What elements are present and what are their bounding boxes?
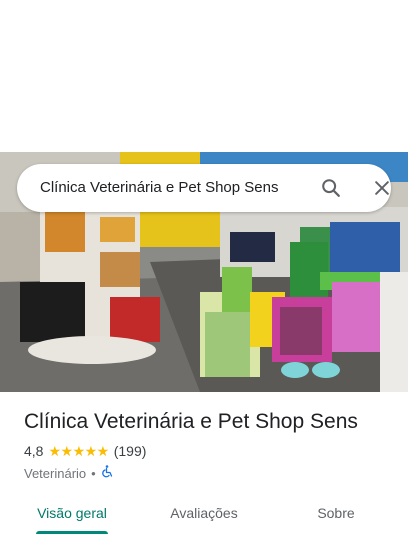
tab-reviews[interactable]: Avaliações [158, 496, 250, 532]
search-icon[interactable] [319, 176, 343, 200]
category-label: Veterinário [24, 465, 87, 481]
separator-dot: • [91, 465, 96, 481]
close-icon[interactable] [370, 176, 394, 200]
wheelchair-icon [101, 465, 113, 481]
search-input[interactable]: Clínica Veterinária e Pet Shop Sens [40, 164, 302, 212]
category-row: Veterinário • [24, 464, 394, 482]
review-count[interactable]: (199) [114, 443, 147, 459]
tab-about[interactable]: Sobre [300, 496, 372, 532]
star-rating-icon: ★★★★★ [48, 442, 109, 459]
search-bar[interactable]: Clínica Veterinária e Pet Shop Sens [17, 164, 391, 212]
rating-value: 4,8 [24, 443, 44, 459]
active-tab-indicator [36, 531, 108, 534]
place-info: Clínica Veterinária e Pet Shop Sens 4,8 … [24, 408, 394, 482]
blank-header-area [0, 0, 408, 152]
rating-row[interactable]: 4,8 ★★★★★ (199) [24, 441, 394, 461]
tab-bar: Visão geral Avaliações Sobre [0, 496, 408, 544]
place-title: Clínica Veterinária e Pet Shop Sens [24, 410, 358, 433]
tab-overview[interactable]: Visão geral [26, 496, 118, 532]
